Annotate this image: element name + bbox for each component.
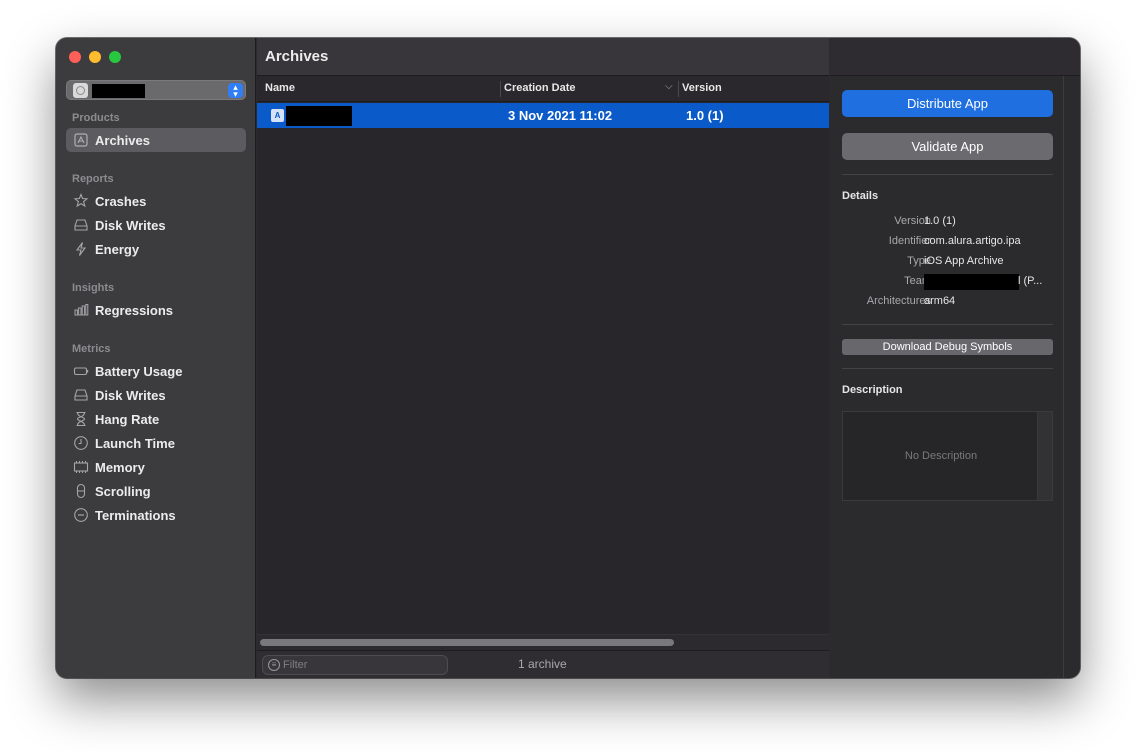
sidebar-item-disk-writes-report[interactable]: Disk Writes: [66, 213, 246, 237]
filter-field[interactable]: ≡: [262, 655, 448, 675]
archives-pane: Archives Name Creation Date ⌵ Version A …: [257, 38, 829, 678]
sidebar-item-disk-writes-metric[interactable]: Disk Writes: [66, 383, 246, 407]
sidebar-item-memory[interactable]: Memory: [66, 455, 246, 479]
sidebar-item-label: Archives: [95, 133, 150, 148]
scrollbar-thumb[interactable]: [260, 639, 674, 646]
memory-icon: [73, 459, 89, 475]
filter-icon: ≡: [268, 659, 280, 671]
app-store-icon: A: [271, 109, 284, 122]
app-icon: [73, 83, 88, 98]
sidebar-item-battery-usage[interactable]: Battery Usage: [66, 359, 246, 383]
hourglass-icon: [73, 411, 89, 427]
divider: [842, 368, 1053, 369]
details-heading: Details: [842, 190, 879, 202]
sidebar-item-label: Crashes: [95, 194, 147, 209]
filter-input[interactable]: [283, 657, 443, 673]
app-selector-popup[interactable]: ▴ ▾: [66, 80, 246, 100]
sidebar-item-label: Energy: [95, 242, 140, 257]
description-textarea[interactable]: No Description: [842, 411, 1053, 501]
redacted-team-name: [924, 274, 1019, 290]
terminations-icon: [73, 507, 89, 523]
creation-date-cell: 3 Nov 2021 11:02: [508, 108, 613, 123]
section-header-reports: Reports: [72, 173, 114, 185]
sort-chevron-down-icon[interactable]: ⌵: [665, 81, 673, 92]
sidebar-item-label: Regressions: [95, 303, 174, 318]
toolbar: Archives: [257, 38, 829, 76]
scrolling-icon: [73, 483, 89, 499]
sidebar-item-scrolling[interactable]: Scrolling: [66, 479, 246, 503]
redacted-archive-name: [286, 106, 352, 126]
inspector-toolbar: [830, 38, 1080, 76]
close-window-button[interactable]: [69, 51, 81, 63]
zoom-window-button[interactable]: [109, 51, 121, 63]
redacted-app-name: [92, 84, 145, 98]
bottom-bar: ≡ 1 archive: [257, 650, 829, 678]
detail-type: Type iOS App Archive: [842, 255, 1057, 269]
disk-icon: [73, 387, 89, 403]
xcode-organizer-window: ▴ ▾ Products Archives Reports Crashes Dis…: [56, 38, 1080, 678]
column-header-creation-date[interactable]: Creation Date: [504, 82, 576, 94]
archive-icon: [73, 132, 89, 148]
sidebar-item-regressions[interactable]: Regressions: [66, 298, 246, 322]
vertical-scrollbar[interactable]: [1037, 412, 1052, 500]
sidebar-item-label: Memory: [95, 460, 145, 475]
sidebar: ▴ ▾ Products Archives Reports Crashes Dis…: [56, 38, 256, 678]
divider: [842, 174, 1053, 175]
sidebar-item-label: Disk Writes: [95, 218, 166, 233]
section-header-insights: Insights: [72, 282, 115, 294]
detail-key: Architectures: [866, 295, 931, 307]
chevron-updown-icon: ▴ ▾: [228, 83, 243, 99]
disk-icon: [73, 217, 89, 233]
column-header-version[interactable]: Version: [682, 82, 722, 94]
sidebar-item-launch-time[interactable]: Launch Time: [66, 431, 246, 455]
description-heading: Description: [842, 384, 903, 396]
detail-team: Team l (P...: [842, 274, 1057, 290]
detail-value: l (P...: [1018, 275, 1043, 287]
sidebar-item-crashes[interactable]: Crashes: [66, 189, 246, 213]
description-placeholder: No Description: [904, 450, 978, 462]
minimize-window-button[interactable]: [89, 51, 101, 63]
column-divider[interactable]: [500, 81, 501, 97]
clock-icon: [73, 435, 89, 451]
sidebar-item-terminations[interactable]: Terminations: [66, 503, 246, 527]
distribute-app-button[interactable]: Distribute App: [842, 90, 1053, 117]
column-divider[interactable]: [678, 81, 679, 97]
regressions-icon: [73, 302, 89, 318]
detail-value: arm64: [924, 295, 956, 307]
detail-architectures: Architectures arm64: [842, 295, 1057, 309]
sidebar-item-label: Scrolling: [95, 484, 151, 499]
table-header: Name Creation Date ⌵ Version: [257, 77, 829, 102]
sidebar-item-label: Hang Rate: [95, 412, 160, 427]
horizontal-scrollbar[interactable]: [257, 634, 829, 650]
detail-value: 1.0 (1): [924, 215, 956, 227]
detail-version: Version 1.0 (1): [842, 215, 1057, 229]
detail-value: com.alura.artigo.ipa: [924, 235, 1021, 247]
sidebar-item-energy[interactable]: Energy: [66, 237, 246, 261]
table-row[interactable]: A 3 Nov 2021 11:02 1.0 (1): [257, 103, 829, 128]
inspector-pane: Distribute App Validate App Details Vers…: [830, 38, 1080, 678]
detail-identifier: Identifier com.alura.artigo.ipa: [842, 235, 1057, 249]
archive-count: 1 archive: [518, 657, 567, 671]
bolt-icon: [73, 241, 89, 257]
crash-icon: [73, 193, 89, 209]
section-header-metrics: Metrics: [72, 343, 111, 355]
validate-app-button[interactable]: Validate App: [842, 133, 1053, 160]
sidebar-item-label: Launch Time: [95, 436, 175, 451]
detail-value: iOS App Archive: [924, 255, 1004, 267]
section-header-products: Products: [72, 112, 120, 124]
sidebar-item-label: Terminations: [95, 508, 176, 523]
sidebar-item-label: Disk Writes: [95, 388, 166, 403]
divider: [842, 324, 1053, 325]
column-header-name[interactable]: Name: [265, 82, 295, 94]
sidebar-item-label: Battery Usage: [95, 364, 183, 379]
inspector-edge: [1063, 76, 1064, 678]
battery-icon: [73, 363, 89, 379]
download-debug-symbols-button[interactable]: Download Debug Symbols: [842, 339, 1053, 355]
sidebar-item-hang-rate[interactable]: Hang Rate: [66, 407, 246, 431]
sidebar-item-archives[interactable]: Archives: [66, 128, 246, 152]
page-title: Archives: [265, 48, 329, 65]
version-cell: 1.0 (1): [686, 108, 724, 123]
